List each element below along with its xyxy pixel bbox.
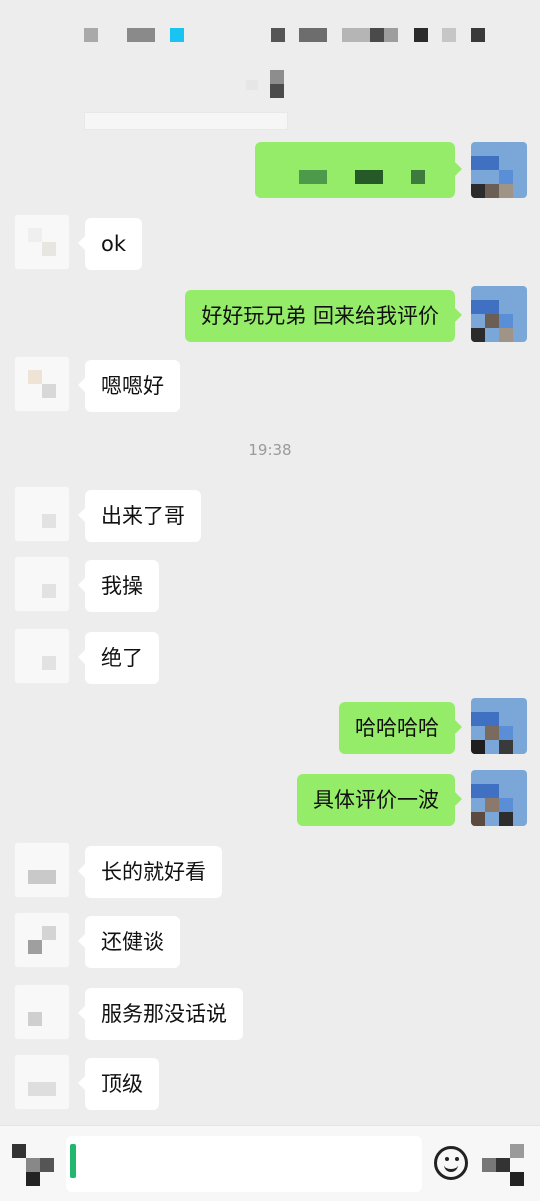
redacted-status-item <box>299 28 327 42</box>
redacted-system-mark <box>270 70 284 84</box>
message-bubble[interactable]: 我操 <box>78 560 159 612</box>
peer-avatar[interactable] <box>14 486 70 542</box>
redacted-system-mark <box>246 80 258 90</box>
redacted-status-item <box>414 28 428 42</box>
redacted-status-item <box>370 28 384 42</box>
self-avatar[interactable] <box>471 770 527 826</box>
redacted-status-item <box>271 28 285 42</box>
message-bubble[interactable]: 服务那没话说 <box>78 988 243 1040</box>
emoji-icon[interactable] <box>434 1146 468 1180</box>
peer-avatar[interactable] <box>14 1054 70 1110</box>
message-bubble[interactable]: 顶级 <box>78 1058 159 1110</box>
redacted-system-message <box>84 112 288 130</box>
message-bubble[interactable]: 哈哈哈哈 <box>339 702 462 754</box>
plus-icon[interactable] <box>482 1144 528 1188</box>
peer-avatar[interactable] <box>14 984 70 1040</box>
redacted-status-item <box>170 28 184 42</box>
message-bubble[interactable]: 好好玩兄弟 回来给我评价 <box>185 290 462 342</box>
input-caret <box>70 1144 76 1178</box>
message-bubble[interactable]: 绝了 <box>78 632 159 684</box>
peer-avatar[interactable] <box>14 912 70 968</box>
peer-avatar[interactable] <box>14 214 70 270</box>
message-input[interactable] <box>66 1136 422 1192</box>
redacted-status-item <box>471 28 485 42</box>
redacted-status-item <box>84 28 98 42</box>
peer-avatar[interactable] <box>14 842 70 898</box>
peer-avatar[interactable] <box>14 556 70 612</box>
voice-icon[interactable] <box>12 1144 56 1188</box>
composer-bar <box>0 1125 540 1201</box>
redacted-message-bubble[interactable] <box>255 142 462 198</box>
status-bar <box>0 0 540 70</box>
redacted-text-block <box>411 170 425 184</box>
redacted-text-block <box>299 170 327 184</box>
message-bubble[interactable]: 还健谈 <box>78 916 180 968</box>
redacted-system-mark <box>270 84 284 98</box>
message-bubble[interactable]: ok <box>77 218 143 270</box>
self-avatar[interactable] <box>471 698 527 754</box>
message-bubble[interactable]: 长的就好看 <box>78 846 222 898</box>
message-bubble[interactable]: 出来了哥 <box>78 490 201 542</box>
self-avatar[interactable] <box>471 286 527 342</box>
peer-avatar[interactable] <box>14 356 70 412</box>
peer-avatar[interactable] <box>14 628 70 684</box>
redacted-text-block <box>355 170 383 184</box>
redacted-status-item <box>127 28 155 42</box>
message-bubble[interactable]: 具体评价一波 <box>297 774 462 826</box>
message-bubble[interactable]: 嗯嗯好 <box>78 360 180 412</box>
timestamp: 19:38 <box>248 441 292 459</box>
redacted-status-item <box>342 28 370 42</box>
redacted-status-item <box>442 28 456 42</box>
redacted-status-item <box>384 28 398 42</box>
self-avatar[interactable] <box>471 142 527 198</box>
